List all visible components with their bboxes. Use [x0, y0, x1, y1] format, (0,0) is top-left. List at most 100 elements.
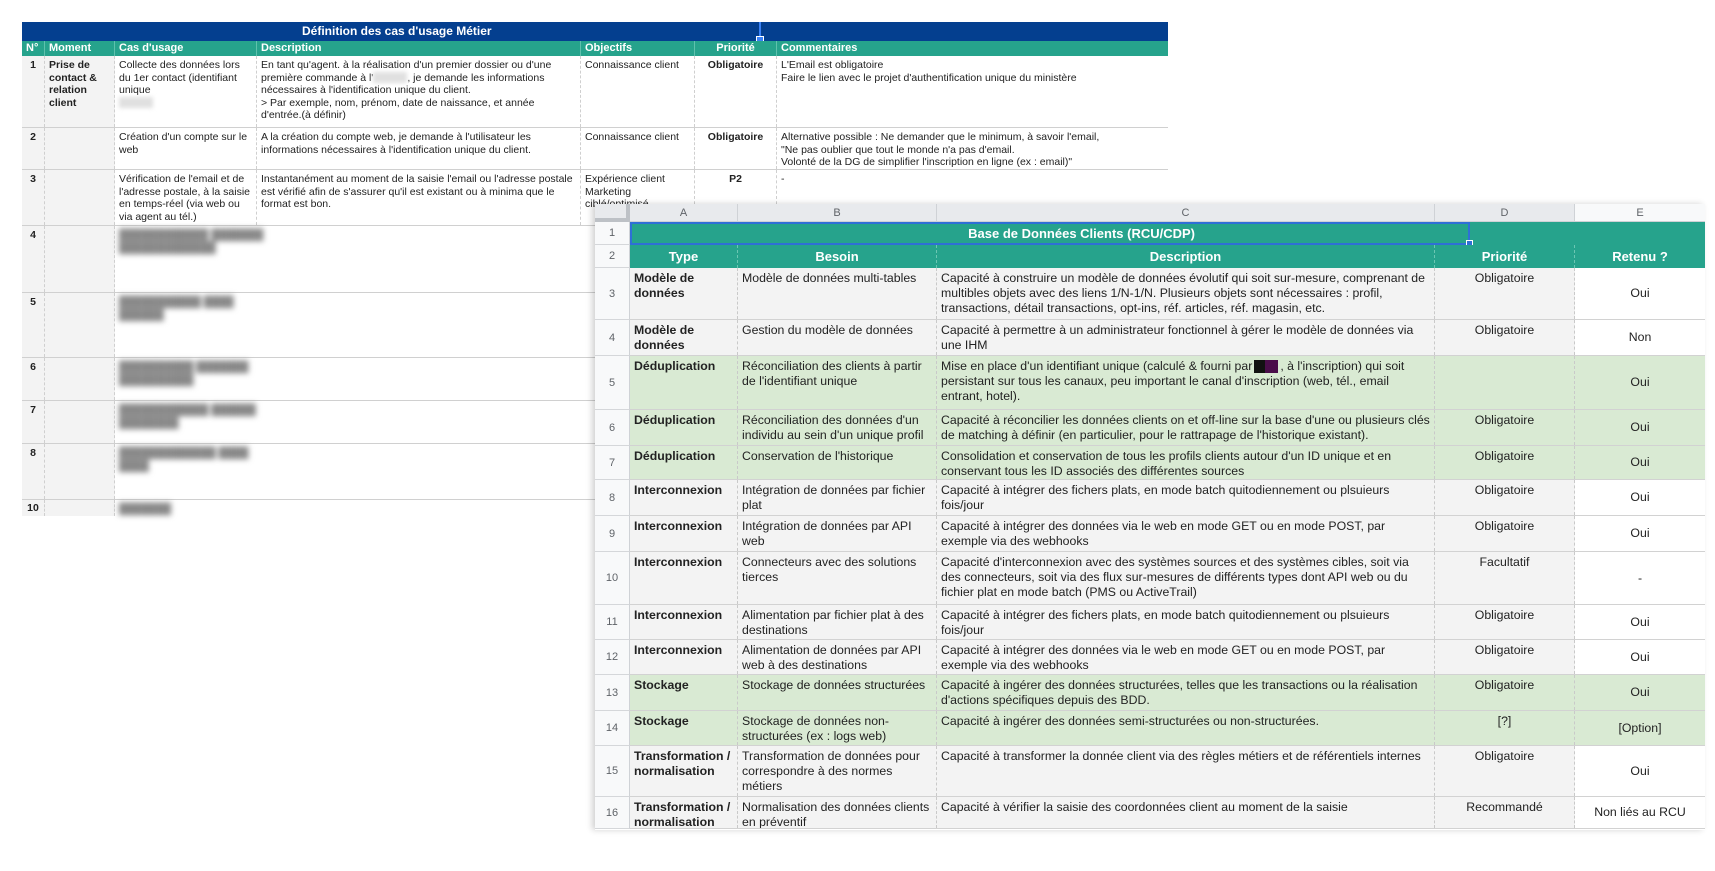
column-header-e[interactable]: E [1575, 204, 1705, 222]
priorite-cell[interactable]: Obligatoire [1435, 480, 1575, 515]
description-cell[interactable]: Capacité à transformer la donnée client … [937, 746, 1435, 796]
description-cell[interactable]: Capacité à intégrer des données via le w… [937, 640, 1435, 674]
moment-cell[interactable] [45, 128, 115, 169]
type-cell[interactable]: Modèle de données [630, 320, 738, 355]
commentaires-cell[interactable]: L'Email est obligatoire Faire le lien ave… [777, 56, 1168, 127]
row-num[interactable]: 8 [22, 444, 45, 499]
besoin-cell[interactable]: Gestion du modèle de données [738, 320, 937, 355]
retenu-cell[interactable]: Oui [1575, 480, 1705, 515]
priorite-cell[interactable]: Obligatoire [1435, 268, 1575, 319]
row-num[interactable]: 6 [22, 358, 45, 400]
description-cell[interactable]: Capacité à permettre à un administrateur… [937, 320, 1435, 355]
header-type[interactable]: Type [630, 245, 738, 268]
type-cell[interactable]: Déduplication [630, 410, 738, 445]
priorite-cell[interactable]: Obligatoire [1435, 640, 1575, 674]
type-cell[interactable]: Transformation / normalisation [630, 797, 738, 828]
type-cell[interactable]: Modèle de données [630, 268, 738, 319]
priorite-cell[interactable]: Obligatoire [1435, 410, 1575, 445]
description-cell[interactable]: Capacité à ingérer des données structuré… [937, 675, 1435, 710]
besoin-cell[interactable]: Modèle de données multi-tables [738, 268, 937, 319]
type-cell[interactable]: Interconnexion [630, 552, 738, 604]
row-header[interactable]: 6 [595, 410, 630, 446]
header-usecase[interactable]: Cas d'usage [115, 41, 257, 56]
commentaires-cell[interactable]: Alternative possible : Ne demander que l… [777, 128, 1168, 169]
moment-cell[interactable] [45, 170, 115, 225]
row-num[interactable]: 2 [22, 128, 45, 169]
row-header[interactable]: 11 [595, 605, 630, 640]
priorite-cell[interactable]: Obligatoire [695, 56, 777, 127]
header-moment[interactable]: Moment [45, 41, 115, 56]
priorite-cell[interactable]: Obligatoire [1435, 605, 1575, 639]
column-header-a[interactable]: A [630, 204, 738, 222]
usecase-cell[interactable]: Vérification de l'email et de l'adresse … [115, 170, 257, 225]
row-header[interactable]: 7 [595, 446, 630, 480]
besoin-cell[interactable]: Alimentation par fichier plat à des dest… [738, 605, 937, 639]
header-priorite[interactable]: Priorité [1435, 245, 1575, 268]
retenu-cell[interactable]: Non [1575, 320, 1705, 355]
description-cell[interactable]: Capacité à ingérer des données semi-stru… [937, 711, 1435, 745]
row-header[interactable]: 15 [595, 746, 630, 797]
type-cell[interactable]: Déduplication [630, 356, 738, 409]
description-cell[interactable]: Consolidation et conservation de tous le… [937, 446, 1435, 479]
retenu-cell[interactable]: Oui [1575, 605, 1705, 639]
priorite-cell[interactable]: Obligatoire [1435, 320, 1575, 355]
type-cell[interactable]: Transformation / normalisation [630, 746, 738, 796]
row-header[interactable]: 8 [595, 480, 630, 516]
retenu-cell[interactable]: Non liés au RCU [1575, 797, 1705, 828]
besoin-cell[interactable]: Réconciliation des clients à partir de l… [738, 356, 937, 409]
rcu-title-bar[interactable]: Base de Données Clients (RCU/CDP) [630, 222, 1705, 247]
description-cell[interactable]: Capacité à construire un modèle de donné… [937, 268, 1435, 319]
priorite-cell[interactable]: [?] [1435, 711, 1575, 745]
moment-cell[interactable] [45, 293, 115, 357]
description-cell[interactable]: Mise en place d'un identifiant unique (c… [937, 356, 1435, 409]
select-all-corner[interactable] [595, 204, 630, 222]
row-header[interactable]: 3 [595, 268, 630, 320]
description-cell[interactable]: Capacité à vérifier la saisie des coordo… [937, 797, 1435, 828]
description-cell[interactable]: Capacité à intégrer des fichers plats, e… [937, 605, 1435, 639]
retenu-cell[interactable]: Oui [1575, 516, 1705, 551]
type-cell[interactable]: Stockage [630, 711, 738, 745]
objectifs-cell[interactable]: Connaissance client [581, 56, 695, 127]
header-retenu[interactable]: Retenu ? [1575, 245, 1705, 268]
row-header[interactable]: 5 [595, 356, 630, 410]
type-cell[interactable]: Stockage [630, 675, 738, 710]
description-cell[interactable]: Capacité à intégrer des données via le w… [937, 516, 1435, 551]
row-header[interactable]: 1 [595, 222, 630, 245]
retenu-cell[interactable]: Oui [1575, 675, 1705, 710]
besoin-cell[interactable]: Transformation de données pour correspon… [738, 746, 937, 796]
priorite-cell[interactable]: Obligatoire [1435, 446, 1575, 479]
row-header[interactable]: 2 [595, 245, 630, 268]
row-num[interactable]: 4 [22, 226, 45, 292]
description-cell[interactable]: Instantanément au moment de la saisie l'… [257, 170, 581, 225]
besoin-cell[interactable]: Normalisation des données clients en pré… [738, 797, 937, 828]
retenu-cell[interactable]: Oui [1575, 268, 1705, 319]
moment-cell[interactable] [45, 444, 115, 499]
moment-cell[interactable] [45, 500, 115, 516]
type-cell[interactable]: Déduplication [630, 446, 738, 479]
row-header[interactable]: 16 [595, 797, 630, 829]
header-priorite[interactable]: Priorité [695, 41, 777, 56]
besoin-cell[interactable]: Alimentation de données par API web à de… [738, 640, 937, 674]
priorite-cell[interactable]: Facultatif [1435, 552, 1575, 604]
retenu-cell[interactable]: Oui [1575, 410, 1705, 445]
column-header-b[interactable]: B [738, 204, 937, 222]
retenu-cell[interactable]: Oui [1575, 746, 1705, 796]
priorite-cell[interactable] [1435, 356, 1575, 409]
type-cell[interactable]: Interconnexion [630, 516, 738, 551]
priorite-cell[interactable]: Obligatoire [1435, 746, 1575, 796]
header-besoin[interactable]: Besoin [738, 245, 937, 268]
description-cell[interactable]: Capacité à réconcilier les données clien… [937, 410, 1435, 445]
retenu-cell[interactable]: Oui [1575, 446, 1705, 479]
row-header[interactable]: 10 [595, 552, 630, 605]
besoin-cell[interactable]: Conservation de l'historique [738, 446, 937, 479]
row-num[interactable]: 1 [22, 56, 45, 127]
moment-cell[interactable]: Prise de contact & relation client [45, 56, 115, 127]
besoin-cell[interactable]: Intégration de données par fichier plat [738, 480, 937, 515]
usecase-cell[interactable]: Création d'un compte sur le web [115, 128, 257, 169]
header-objectifs[interactable]: Objectifs [581, 41, 695, 56]
retenu-cell[interactable]: - [1575, 552, 1705, 604]
row-num[interactable]: 3 [22, 170, 45, 225]
row-header[interactable]: 14 [595, 711, 630, 746]
type-cell[interactable]: Interconnexion [630, 480, 738, 515]
moment-cell[interactable] [45, 226, 115, 292]
